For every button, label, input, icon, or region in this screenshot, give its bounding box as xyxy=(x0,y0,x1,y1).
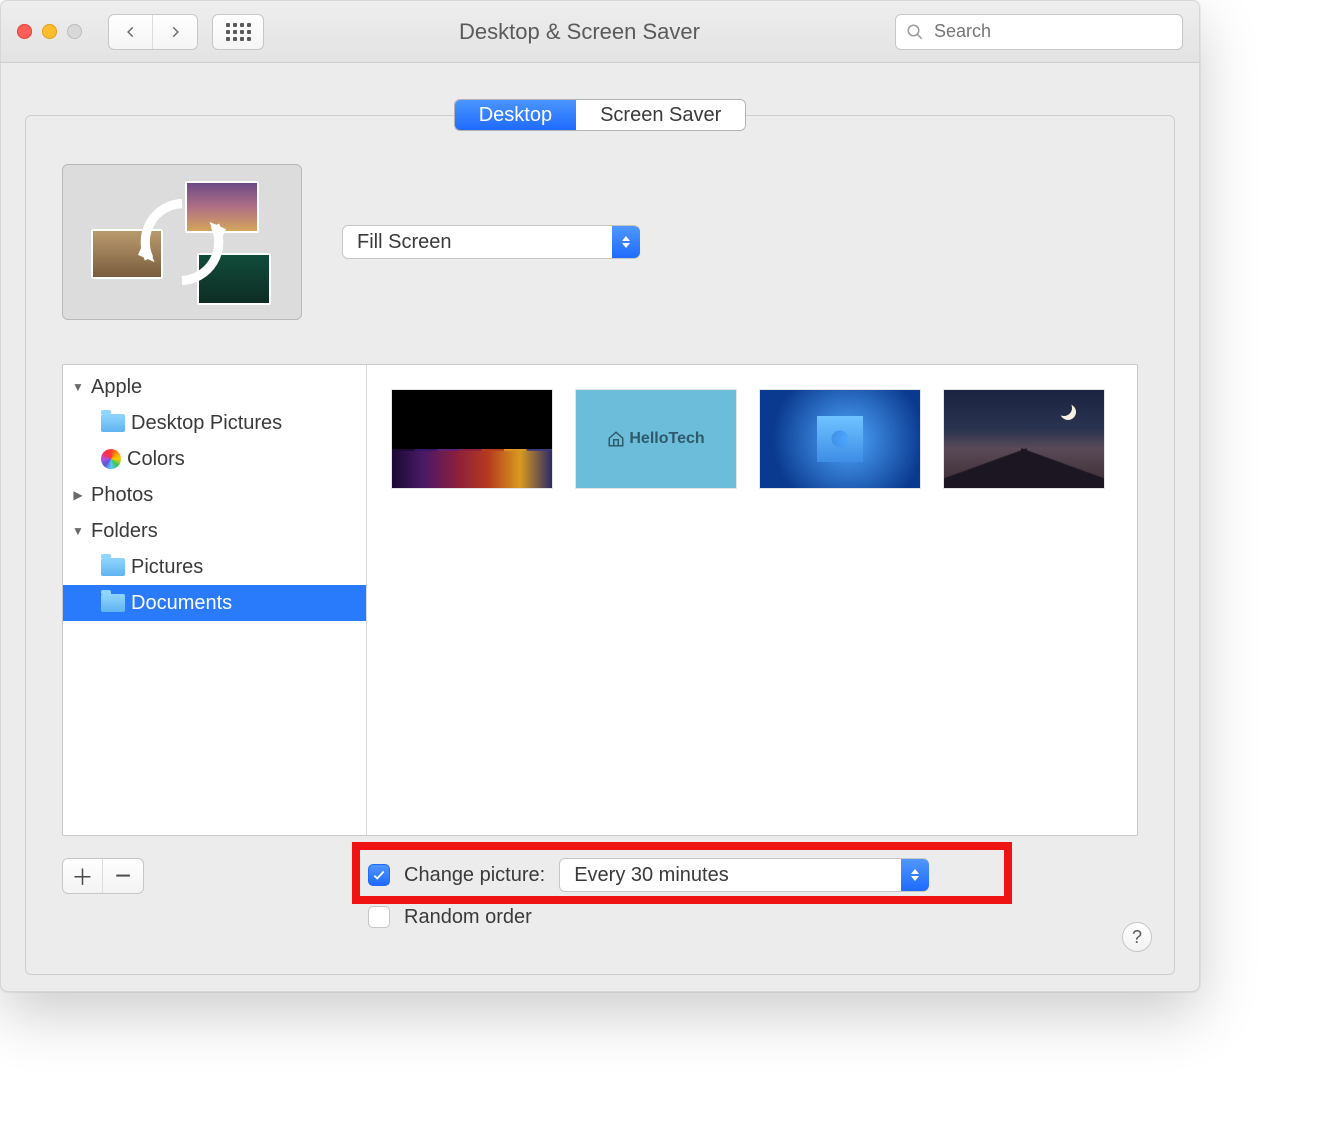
remove-folder-button[interactable]: − xyxy=(103,859,143,893)
change-picture-checkbox[interactable] xyxy=(368,864,390,886)
arrows-icon xyxy=(612,226,640,258)
preview-row: Fill Screen xyxy=(62,164,1138,320)
change-picture-label: Change picture: xyxy=(404,864,545,887)
disclosure-right-icon: ▶ xyxy=(71,488,85,502)
checkmark-icon xyxy=(372,868,386,882)
source-group-photos[interactable]: ▶ Photos xyxy=(63,477,366,513)
tab-screensaver[interactable]: Screen Saver xyxy=(576,100,745,130)
source-group-folders[interactable]: ▼ Folders xyxy=(63,513,366,549)
search-icon xyxy=(906,23,924,41)
wallpaper-thumb[interactable] xyxy=(943,389,1105,489)
cycle-arrows-icon xyxy=(127,187,237,297)
chevron-right-icon xyxy=(168,25,182,39)
change-picture-section: Change picture: Every 30 minutes Random … xyxy=(368,854,929,938)
nav-back-forward xyxy=(108,14,198,50)
help-button[interactable]: ? xyxy=(1122,922,1152,952)
disclosure-down-icon: ▼ xyxy=(71,524,85,538)
house-icon xyxy=(607,430,625,448)
folder-icon xyxy=(101,558,125,576)
folder-icon xyxy=(101,414,125,432)
source-label: Pictures xyxy=(131,556,203,579)
fit-mode-value: Fill Screen xyxy=(343,231,612,254)
source-label: Desktop Pictures xyxy=(131,412,282,435)
minimize-window-button[interactable] xyxy=(42,24,57,39)
close-window-button[interactable] xyxy=(17,24,32,39)
source-label: Apple xyxy=(91,376,142,399)
source-item-pictures[interactable]: Pictures xyxy=(63,549,366,585)
desktop-preview xyxy=(62,164,302,320)
forward-button[interactable] xyxy=(153,15,197,49)
color-wheel-icon xyxy=(101,449,121,469)
source-item-colors[interactable]: Colors xyxy=(63,441,366,477)
source-item-desktop-pictures[interactable]: Desktop Pictures xyxy=(63,405,366,441)
wallpaper-thumb[interactable] xyxy=(759,389,921,489)
arrows-icon xyxy=(901,859,929,891)
window-controls xyxy=(17,24,82,39)
zoom-window-button[interactable] xyxy=(67,24,82,39)
thumb-caption: HelloTech xyxy=(629,430,704,448)
tab-desktop[interactable]: Desktop xyxy=(455,100,576,130)
grid-icon xyxy=(226,23,251,41)
random-order-row: Random order xyxy=(368,896,929,938)
disclosure-down-icon: ▼ xyxy=(71,380,85,394)
add-folder-button[interactable]: ＋ xyxy=(63,859,103,893)
tab-bar: Desktop Screen Saver xyxy=(1,99,1199,131)
source-item-documents[interactable]: Documents xyxy=(63,585,366,621)
folder-icon xyxy=(101,594,125,612)
main-panel: Fill Screen ▼ Apple Desktop Pictures Col… xyxy=(25,115,1175,975)
source-label: Photos xyxy=(91,484,153,507)
back-button[interactable] xyxy=(109,15,153,49)
source-label: Colors xyxy=(127,448,185,471)
search-field[interactable] xyxy=(895,14,1183,50)
thumbnail-grid[interactable]: HelloTech xyxy=(367,365,1137,835)
fit-mode-popup[interactable]: Fill Screen xyxy=(342,225,640,259)
wallpaper-thumb[interactable] xyxy=(391,389,553,489)
source-label: Documents xyxy=(131,592,232,615)
chevron-left-icon xyxy=(124,25,138,39)
wallpaper-thumb[interactable]: HelloTech xyxy=(575,389,737,489)
random-order-label: Random order xyxy=(404,906,532,929)
titlebar: Desktop & Screen Saver xyxy=(1,1,1199,63)
source-list[interactable]: ▼ Apple Desktop Pictures Colors ▶ Photos… xyxy=(63,365,367,835)
window-title: Desktop & Screen Saver xyxy=(278,19,881,45)
system-preferences-window: Desktop & Screen Saver Desktop Screen Sa… xyxy=(0,0,1200,992)
help-icon: ? xyxy=(1132,927,1142,948)
show-all-prefs-button[interactable] xyxy=(212,14,264,50)
change-picture-row: Change picture: Every 30 minutes xyxy=(368,854,929,896)
change-interval-popup[interactable]: Every 30 minutes xyxy=(559,858,929,892)
search-input[interactable] xyxy=(932,20,1172,43)
random-order-checkbox[interactable] xyxy=(368,906,390,928)
change-interval-value: Every 30 minutes xyxy=(560,864,901,887)
source-label: Folders xyxy=(91,520,158,543)
sources-split: ▼ Apple Desktop Pictures Colors ▶ Photos… xyxy=(62,364,1138,836)
source-group-apple[interactable]: ▼ Apple xyxy=(63,369,366,405)
